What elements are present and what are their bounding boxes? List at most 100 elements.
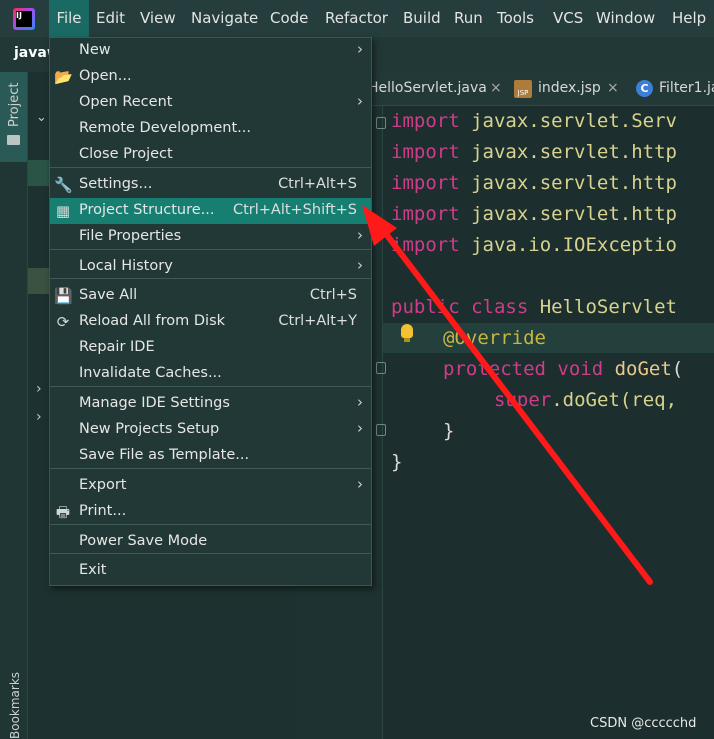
wrench-icon: 🔧: [54, 176, 73, 194]
menu-edit[interactable]: Edit: [96, 0, 125, 37]
bookmarks-tab[interactable]: Bookmarks: [8, 672, 22, 739]
menu-item-label: File Properties: [79, 228, 182, 244]
menu-item-shortcut: Ctrl+Alt+S: [278, 176, 357, 192]
menu-run[interactable]: Run: [454, 0, 483, 37]
menu-item-invalidate-caches[interactable]: Invalidate Caches...: [50, 361, 371, 387]
menu-vcs[interactable]: VCS: [553, 0, 583, 37]
menu-item-label: Save File as Template...: [79, 447, 250, 463]
menu-code[interactable]: Code: [270, 0, 308, 37]
fold-icon[interactable]: [376, 117, 386, 129]
menu-refactor[interactable]: Refactor: [325, 0, 388, 37]
menu-item-local-history[interactable]: Local History ›: [50, 254, 371, 280]
fold-icon[interactable]: [376, 362, 386, 374]
menu-item-label: Open...: [79, 68, 132, 84]
menu-item-label: Print...: [79, 503, 127, 519]
menu-item-label: Exit: [79, 562, 107, 578]
project-tool-window-tab[interactable]: Project: [0, 72, 27, 162]
menu-item-label: Local History: [79, 258, 173, 274]
chevron-right-icon[interactable]: ›: [36, 409, 42, 425]
menu-item-label: New: [79, 42, 111, 58]
menu-item-label: Remote Development...: [79, 120, 251, 136]
jsp-icon: JSP: [514, 80, 532, 98]
menu-item-new[interactable]: New ›: [50, 38, 371, 64]
tab-filter1[interactable]: Filter1.java: [659, 80, 714, 96]
submenu-arrow-icon: ›: [357, 475, 363, 493]
current-line-highlight: [383, 323, 714, 353]
folder-icon: 📂: [54, 68, 73, 86]
left-tool-strip: [0, 72, 28, 739]
code-line: import javax.servlet.Serv: [391, 110, 677, 132]
menu-item-label: Project Structure...: [79, 202, 215, 218]
code-line: public class HelloServlet: [391, 296, 677, 318]
code-line: import javax.servlet.http: [391, 141, 677, 163]
class-c-icon: C: [636, 80, 653, 97]
menu-item-settings[interactable]: 🔧 Settings... Ctrl+Alt+S: [50, 172, 371, 198]
menu-item-exit[interactable]: Exit: [50, 558, 371, 584]
menu-item-file-properties[interactable]: File Properties ›: [50, 224, 371, 250]
menu-item-label: Export: [79, 477, 127, 493]
menu-item-label: Manage IDE Settings: [79, 395, 230, 411]
menu-item-shortcut: Ctrl+Alt+Y: [278, 313, 357, 329]
code-line: }: [443, 420, 455, 442]
folder-icon: [7, 135, 20, 145]
menu-item-shortcut: Ctrl+S: [309, 287, 357, 303]
menu-item-open[interactable]: 📂 Open...: [50, 64, 371, 90]
fold-icon[interactable]: [376, 424, 386, 436]
code-line: import javax.servlet.http: [391, 203, 677, 225]
submenu-arrow-icon: ›: [357, 226, 363, 244]
menu-item-close-project[interactable]: Close Project: [50, 142, 371, 168]
project-structure-icon: ▦: [55, 202, 71, 220]
menu-bar: IJ File Edit View Navigate Code Refactor…: [0, 0, 714, 37]
close-icon[interactable]: ×: [490, 80, 502, 96]
menu-item-print[interactable]: 🖶 Print...: [50, 499, 371, 525]
close-icon[interactable]: ×: [607, 80, 619, 96]
code-line: import javax.servlet.http: [391, 172, 677, 194]
code-line: super.doGet(req,: [494, 389, 678, 411]
menu-item-reload-all-from-disk[interactable]: ⟳ Reload All from Disk Ctrl+Alt+Y: [50, 309, 371, 335]
menu-item-new-projects-setup[interactable]: New Projects Setup ›: [50, 417, 371, 443]
menu-build[interactable]: Build: [403, 0, 441, 37]
tab-index-jsp[interactable]: index.jsp: [538, 80, 601, 96]
tab-helloservlet[interactable]: HelloServlet.java: [368, 80, 487, 96]
menu-item-power-save-mode[interactable]: Power Save Mode: [50, 529, 371, 555]
lightbulb-base: [404, 338, 410, 342]
menu-item-label: Close Project: [79, 146, 173, 162]
menu-item-label: Open Recent: [79, 94, 173, 110]
menu-item-open-recent[interactable]: Open Recent ›: [50, 90, 371, 116]
submenu-arrow-icon: ›: [357, 393, 363, 411]
menu-item-save-all[interactable]: 💾 Save All Ctrl+S: [50, 283, 371, 309]
menu-navigate[interactable]: Navigate: [191, 0, 258, 37]
menu-item-manage-ide-settings[interactable]: Manage IDE Settings ›: [50, 391, 371, 417]
submenu-arrow-icon: ›: [357, 92, 363, 110]
code-line: protected void doGet(: [443, 358, 684, 380]
reload-icon: ⟳: [56, 313, 70, 331]
submenu-arrow-icon: ›: [357, 256, 363, 274]
code-line: import java.io.IOExceptio: [391, 234, 677, 256]
menu-file[interactable]: File: [49, 0, 89, 37]
menu-item-label: Repair IDE: [79, 339, 155, 355]
chevron-down-icon[interactable]: ⌄: [36, 110, 47, 125]
menu-window[interactable]: Window: [596, 0, 655, 37]
intellij-logo-icon: IJ: [13, 8, 35, 30]
save-icon: 💾: [54, 287, 73, 305]
watermark: CSDN @ccccchd: [590, 716, 697, 731]
code-line: @Override: [443, 327, 546, 349]
menu-item-label: Save All: [79, 287, 138, 303]
lightbulb-icon[interactable]: [401, 324, 413, 338]
menu-item-label: Power Save Mode: [79, 533, 208, 549]
file-menu-dropdown: New › 📂 Open... Open Recent › Remote Developme…: [49, 37, 372, 586]
menu-item-export[interactable]: Export ›: [50, 473, 371, 499]
menu-item-save-file-as-template[interactable]: Save File as Template...: [50, 443, 371, 469]
printer-icon: 🖶: [55, 503, 71, 521]
menu-item-label: Reload All from Disk: [79, 313, 226, 329]
menu-tools[interactable]: Tools: [497, 0, 534, 37]
chevron-right-icon[interactable]: ›: [36, 381, 42, 397]
menu-item-remote-development[interactable]: Remote Development...: [50, 116, 371, 142]
menu-item-project-structure[interactable]: ▦ Project Structure... Ctrl+Alt+Shift+S: [50, 198, 371, 224]
menu-item-repair-ide[interactable]: Repair IDE: [50, 335, 371, 361]
menu-item-label: Settings...: [79, 176, 153, 192]
menu-help[interactable]: Help: [672, 0, 706, 37]
ide-window: IJ File Edit View Navigate Code Refactor…: [0, 0, 714, 739]
menu-view[interactable]: View: [140, 0, 176, 37]
submenu-arrow-icon: ›: [357, 419, 363, 437]
